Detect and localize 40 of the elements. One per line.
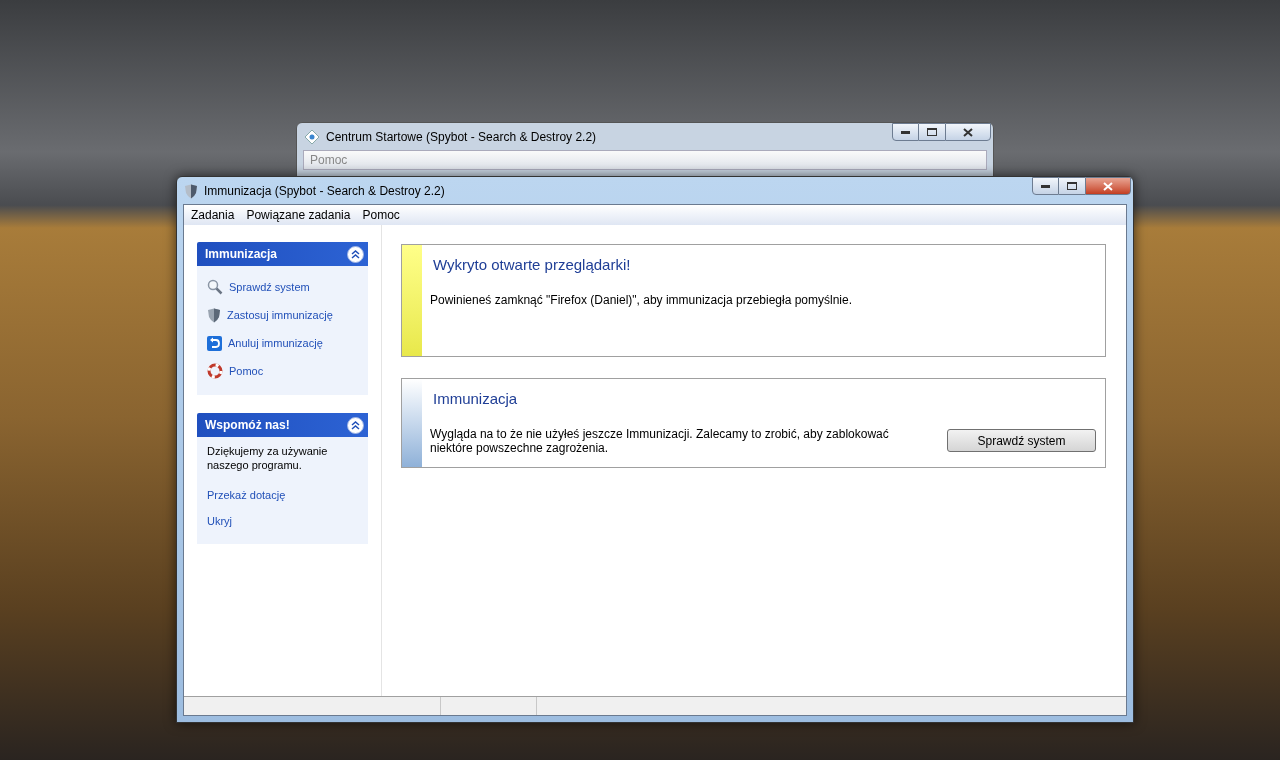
menu-item[interactable]: Powiązane zadania (240, 206, 357, 224)
panel-header[interactable]: Immunizacja (197, 242, 368, 266)
task-link[interactable]: Zastosuj immunizację (207, 301, 358, 329)
menu-item[interactable]: Zadania (185, 206, 241, 224)
app-logo-icon (304, 129, 320, 145)
notice-message: Wygląda na to że nie użyłeś jeszcze Immunizacji. Zalecamy to zrobić, aby zablokować niektóre powszechne zagrożenia. (430, 426, 890, 455)
panel-header[interactable]: Wspomóż nas! (197, 413, 368, 437)
close-icon (1103, 181, 1113, 191)
task-link[interactable]: Pomoc (207, 357, 358, 385)
notice-title: Immunizacja (433, 389, 519, 409)
minimize-icon (901, 130, 910, 134)
close-button[interactable] (945, 123, 991, 141)
window-title: Centrum Startowe (Spybot - Search & Destroy 2.2) (326, 129, 597, 146)
window-title: Immunizacja (Spybot - Search & Destroy 2.2) (204, 183, 445, 200)
menu-item[interactable]: Pomoc (356, 206, 406, 224)
task-link[interactable]: Sprawdź system (207, 273, 358, 301)
task-link[interactable]: Ukryj (207, 508, 358, 534)
magnifier-icon (207, 279, 223, 295)
panel-title: Wspomóż nas! (205, 417, 290, 434)
minimize-button[interactable] (1032, 177, 1059, 195)
shield-icon (184, 183, 198, 199)
shield-icon (207, 307, 221, 323)
maximize-button[interactable] (919, 123, 945, 141)
maximize-icon (927, 128, 937, 136)
minimize-icon (1041, 184, 1050, 188)
close-icon (963, 127, 973, 137)
task-link[interactable]: Anuluj immunizację (207, 329, 358, 357)
lifebuoy-icon (207, 363, 223, 379)
notice-message: Powinieneś zamknąć "Firefox (Daniel)", aby immunizacja przebiegła pomyślnie. (430, 292, 853, 307)
maximize-button[interactable] (1059, 177, 1085, 195)
close-button[interactable] (1085, 177, 1131, 195)
check-system-button[interactable]: Sprawdź system (947, 429, 1096, 452)
notice-title: Wykryto otwarte przeglądarki! (433, 255, 632, 275)
thank-you-text: Dziękujemy za używanie naszego programu. (207, 444, 329, 472)
collapse-icon[interactable] (347, 416, 364, 434)
maximize-icon (1067, 182, 1077, 190)
collapse-icon[interactable] (347, 245, 364, 263)
task-link[interactable]: Przekaż dotację (207, 482, 358, 508)
minimize-button[interactable] (892, 123, 919, 141)
panel-title: Immunizacja (205, 246, 278, 263)
